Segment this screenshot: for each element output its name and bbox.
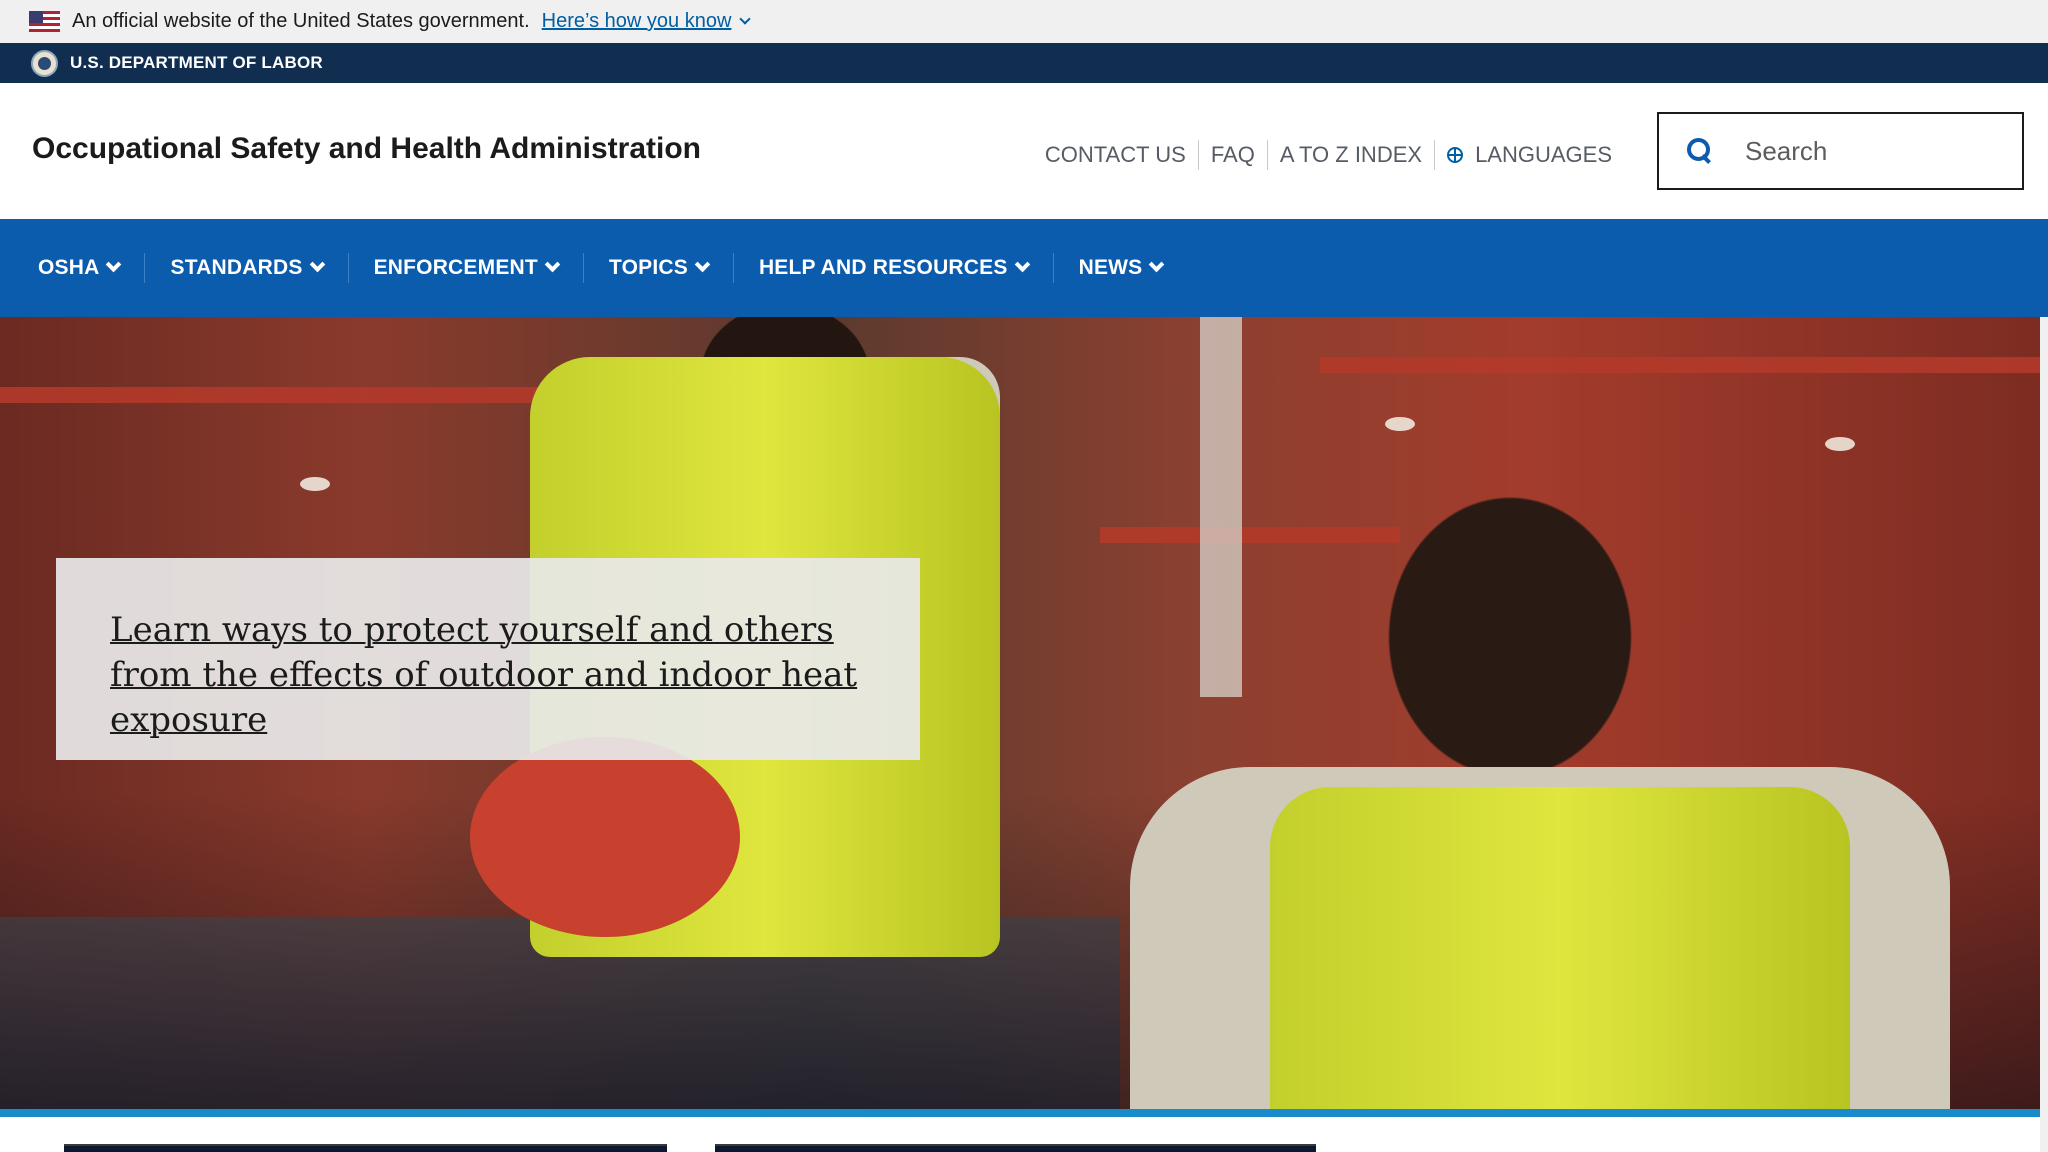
site-header: Occupational Safety and Health Administr… bbox=[0, 83, 2048, 219]
ceiling-light bbox=[1825, 437, 1855, 451]
languages-button[interactable]: LANGUAGES bbox=[1435, 140, 1624, 170]
contact-us-link[interactable]: CONTACT US bbox=[1033, 140, 1198, 170]
search-input[interactable] bbox=[1743, 134, 2003, 168]
feature-card-image[interactable] bbox=[715, 1144, 1316, 1152]
nav-item-label: HELP AND RESOURCES bbox=[758, 256, 1008, 279]
site-title[interactable]: Occupational Safety and Health Administr… bbox=[32, 132, 701, 166]
nav-item-enforcement[interactable]: ENFORCEMENT bbox=[349, 256, 583, 280]
nav-item-label: STANDARDS bbox=[170, 256, 303, 279]
faq-link[interactable]: FAQ bbox=[1199, 140, 1267, 170]
main-nav: OSHA STANDARDS ENFORCEMENT TOPICS HELP A… bbox=[0, 219, 2048, 317]
nav-item-label: NEWS bbox=[1078, 256, 1143, 279]
chevron-down-icon[interactable] bbox=[739, 12, 752, 25]
chevron-down-icon bbox=[1014, 256, 1030, 273]
shelf-rack bbox=[0, 387, 560, 403]
nav-item-label: ENFORCEMENT bbox=[373, 256, 538, 279]
ceiling-light bbox=[1385, 417, 1415, 431]
us-flag-icon bbox=[29, 11, 60, 32]
nav-item-news[interactable]: NEWS bbox=[1054, 256, 1188, 280]
chevron-down-icon bbox=[1149, 256, 1165, 273]
agency-name[interactable]: U.S. DEPARTMENT OF LABOR bbox=[70, 53, 323, 73]
official-gov-banner: An official website of the United States… bbox=[0, 0, 2048, 43]
heres-how-you-know-link[interactable]: Here’s how you know bbox=[542, 10, 732, 33]
nav-item-osha[interactable]: OSHA bbox=[13, 256, 144, 280]
chevron-down-icon bbox=[106, 256, 122, 273]
hard-hat bbox=[470, 737, 740, 937]
hero-headline-link[interactable]: Learn ways to protect yourself and other… bbox=[110, 608, 866, 743]
chevron-down-icon bbox=[544, 256, 561, 273]
scroll-gutter bbox=[2040, 317, 2048, 1152]
a-to-z-index-link[interactable]: A TO Z INDEX bbox=[1268, 140, 1434, 170]
chevron-down-icon bbox=[694, 256, 711, 273]
agency-bar: U.S. DEPARTMENT OF LABOR bbox=[0, 43, 2048, 83]
nav-item-standards[interactable]: STANDARDS bbox=[145, 256, 347, 280]
nav-item-help-and-resources[interactable]: HELP AND RESOURCES bbox=[734, 256, 1053, 280]
hero-headline-card: Learn ways to protect yourself and other… bbox=[56, 558, 920, 760]
search-box[interactable] bbox=[1657, 112, 2024, 190]
worker-vest bbox=[1270, 787, 1850, 1109]
shelf-rack bbox=[1320, 357, 2040, 373]
hero-image: Learn ways to protect yourself and other… bbox=[0, 317, 2040, 1109]
nav-item-label: OSHA bbox=[38, 256, 100, 279]
dol-seal-icon bbox=[31, 49, 58, 77]
official-banner-text: An official website of the United States… bbox=[72, 10, 530, 32]
nav-item-topics[interactable]: TOPICS bbox=[584, 256, 733, 280]
utility-nav: CONTACT US FAQ A TO Z INDEX LANGUAGES bbox=[1033, 140, 1624, 170]
hero-accent-bar bbox=[0, 1109, 2040, 1117]
shelf-rack bbox=[1100, 527, 1400, 543]
globe-icon bbox=[1447, 147, 1464, 163]
search-icon[interactable] bbox=[1687, 138, 1713, 164]
nav-item-label: TOPICS bbox=[608, 256, 688, 279]
ceiling-light bbox=[300, 477, 330, 491]
feature-card-image[interactable] bbox=[64, 1144, 667, 1152]
chevron-down-icon bbox=[309, 256, 325, 273]
languages-label: LANGUAGES bbox=[1475, 142, 1612, 167]
pillar bbox=[1200, 317, 1242, 697]
